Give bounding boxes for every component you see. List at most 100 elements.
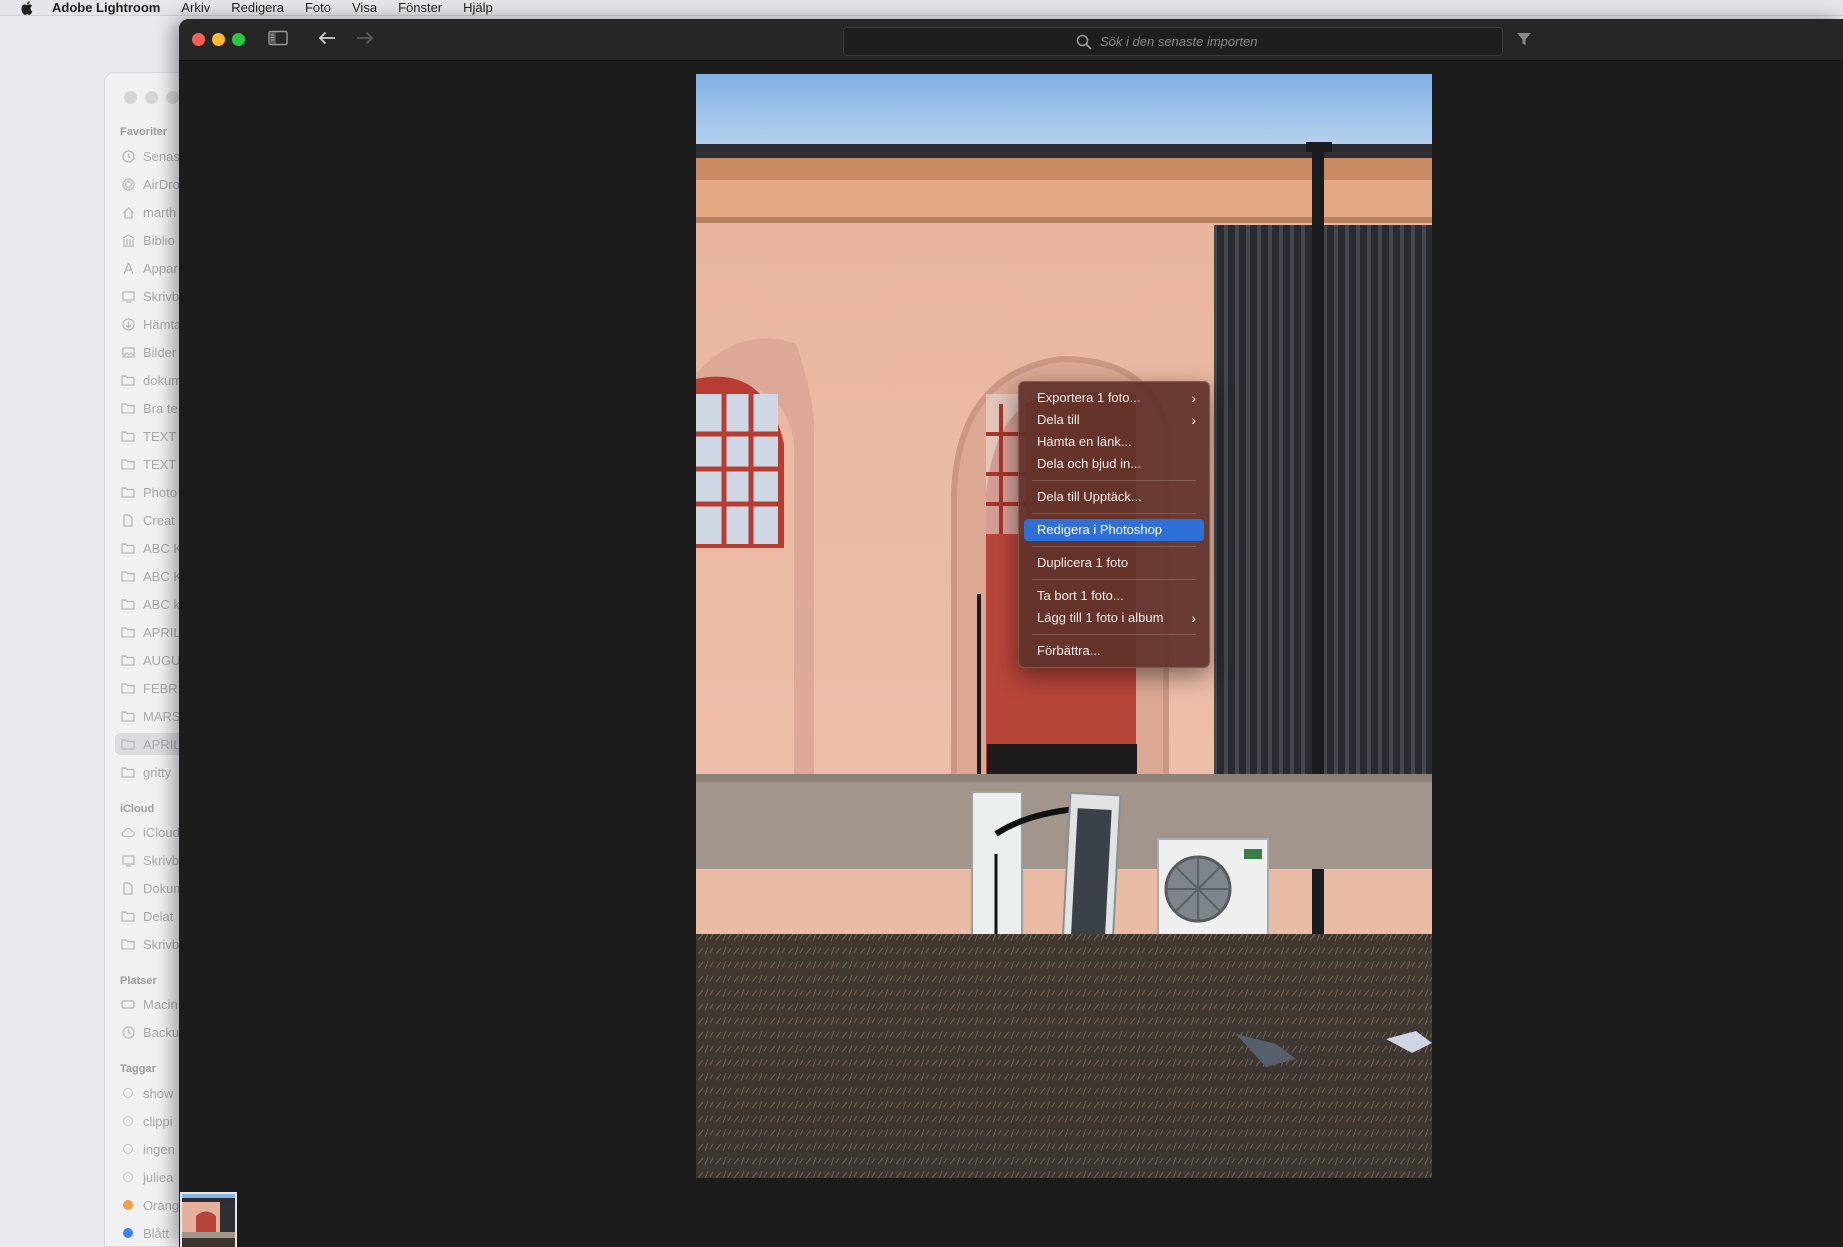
close-button[interactable] <box>124 91 137 104</box>
menu-item-delete[interactable]: Ta bort 1 foto... <box>1024 585 1204 607</box>
sidebar-item[interactable]: Creat <box>121 509 175 531</box>
download-icon <box>121 317 135 331</box>
sidebar-item[interactable]: gritty <box>121 761 171 783</box>
folder-icon <box>121 597 135 611</box>
title-bar <box>179 19 1843 61</box>
back-button[interactable] <box>315 29 339 51</box>
menu-app-name[interactable]: Adobe Lightroom <box>52 0 160 15</box>
sidebar-item[interactable]: Delat <box>121 905 173 927</box>
chevron-right-icon: › <box>1191 412 1196 428</box>
sidebar-item[interactable]: dokum <box>121 369 182 391</box>
clock-icon <box>121 149 135 163</box>
document-icon <box>121 881 135 895</box>
tag-dot-icon <box>123 1116 133 1126</box>
menu-visa[interactable]: Visa <box>352 0 377 15</box>
menu-separator <box>1032 513 1196 514</box>
sidebar-item[interactable]: Biblio <box>121 229 175 251</box>
menu-item-export[interactable]: Exportera 1 foto... › <box>1024 387 1204 409</box>
sidebar-item[interactable]: ABC K <box>121 537 182 559</box>
folder-icon <box>121 457 135 471</box>
menu-item-share-discover[interactable]: Dela till Upptäck... <box>1024 486 1204 508</box>
menu-separator <box>1032 546 1196 547</box>
sidebar-item[interactable]: MARS <box>121 705 181 727</box>
sidebar-item[interactable]: Bra te <box>121 397 178 419</box>
menu-fonster[interactable]: Fönster <box>398 0 442 15</box>
sidebar-item[interactable]: Skrivb <box>121 849 179 871</box>
sidebar-tag[interactable]: show <box>121 1082 173 1104</box>
shared-folder-icon <box>121 909 135 923</box>
context-menu: Exportera 1 foto... › Dela till › Hämta en… <box>1018 381 1210 668</box>
menu-item-get-link[interactable]: Hämta en länk... <box>1024 431 1204 453</box>
sidebar-item[interactable]: Hämta <box>121 313 181 335</box>
zoom-button[interactable] <box>166 91 179 104</box>
sidebar-item[interactable]: TEXT <box>121 425 176 447</box>
sidebar-item[interactable]: APRIL <box>121 621 181 643</box>
folder-icon <box>121 765 135 779</box>
sidebar-item[interactable]: ABC K <box>121 565 182 587</box>
menu-item-edit-in-photoshop[interactable]: Redigera i Photoshop <box>1024 519 1204 541</box>
sidebar-item[interactable]: TEXT <box>121 453 176 475</box>
sidebar-item[interactable]: iCloud <box>121 821 180 843</box>
tag-dot-blue-icon <box>123 1228 133 1238</box>
folder-icon <box>121 653 135 667</box>
sidebar-section-platser: Platser <box>120 975 157 987</box>
menu-foto[interactable]: Foto <box>305 0 331 15</box>
menu-item-share-to[interactable]: Dela till › <box>1024 409 1204 431</box>
sidebar-tag[interactable]: Orang <box>121 1194 179 1216</box>
menu-item-duplicate[interactable]: Duplicera 1 foto <box>1024 552 1204 574</box>
sidebar-item[interactable]: Backu <box>121 1021 179 1043</box>
search-field[interactable] <box>843 27 1503 56</box>
folder-icon <box>121 541 135 555</box>
sidebar-item[interactable]: AUGU <box>121 649 181 671</box>
document-icon <box>121 513 135 527</box>
arrow-left-icon <box>317 30 337 51</box>
sidebar-item[interactable]: FEBR <box>121 677 178 699</box>
zoom-button[interactable] <box>232 33 245 46</box>
sidebar-item[interactable]: Macin <box>121 993 178 1015</box>
menu-item-share-invite[interactable]: Dela och bjud in... <box>1024 453 1204 475</box>
menu-item-add-to-album[interactable]: Lägg till 1 foto i album › <box>1024 607 1204 629</box>
menu-arkiv[interactable]: Arkiv <box>181 0 210 15</box>
desktop-icon <box>121 289 135 303</box>
menu-separator <box>1032 579 1196 580</box>
apple-icon[interactable] <box>20 0 34 15</box>
folder-icon <box>121 429 135 443</box>
sidebar-item[interactable]: Skrivb <box>121 285 179 307</box>
cloud-icon <box>121 825 135 839</box>
sidebar-section-icloud: iCloud <box>120 803 155 815</box>
sidebar-toggle-button[interactable] <box>266 29 290 51</box>
sidebar-item[interactable]: Appar <box>121 257 178 279</box>
sidebar-section-favoriter: Favoriter <box>120 126 168 138</box>
menu-item-enhance[interactable]: Förbättra... <box>1024 640 1204 662</box>
home-icon <box>121 205 135 219</box>
sidebar-item[interactable]: Dokum <box>121 877 184 899</box>
sidebar-item[interactable]: Photo <box>121 481 177 503</box>
filter-button[interactable] <box>1515 32 1533 50</box>
sidebar-tag[interactable]: Blått <box>121 1222 169 1244</box>
filmstrip-thumbnail[interactable] <box>180 1192 237 1247</box>
search-icon <box>1076 34 1092 50</box>
folder-icon <box>121 373 135 387</box>
sidebar-tag[interactable]: clippi <box>121 1110 173 1132</box>
sidebar-item[interactable]: Bilder <box>121 341 176 363</box>
minimize-button[interactable] <box>145 91 158 104</box>
sidebar-item[interactable]: Skrivb <box>121 933 179 955</box>
menu-separator <box>1032 480 1196 481</box>
forward-button[interactable] <box>353 29 377 51</box>
close-button[interactable] <box>192 33 205 46</box>
menu-hjalp[interactable]: Hjälp <box>463 0 493 15</box>
sidebar-item[interactable]: marth <box>121 201 176 223</box>
tag-dot-icon <box>123 1144 133 1154</box>
minimize-button[interactable] <box>212 33 225 46</box>
folder-icon <box>121 937 135 951</box>
chevron-right-icon: › <box>1191 390 1196 406</box>
search-input[interactable] <box>1100 34 1270 49</box>
clock-icon <box>121 1025 135 1039</box>
menu-redigera[interactable]: Redigera <box>231 0 284 15</box>
sidebar-item[interactable]: ABC k <box>121 593 180 615</box>
disk-icon <box>121 997 135 1011</box>
sidebar-item[interactable]: Senas <box>121 145 180 167</box>
sidebar-tag[interactable]: juliea <box>121 1166 173 1188</box>
sidebar-item[interactable]: AirDro <box>121 173 180 195</box>
sidebar-tag[interactable]: ingen <box>121 1138 175 1160</box>
